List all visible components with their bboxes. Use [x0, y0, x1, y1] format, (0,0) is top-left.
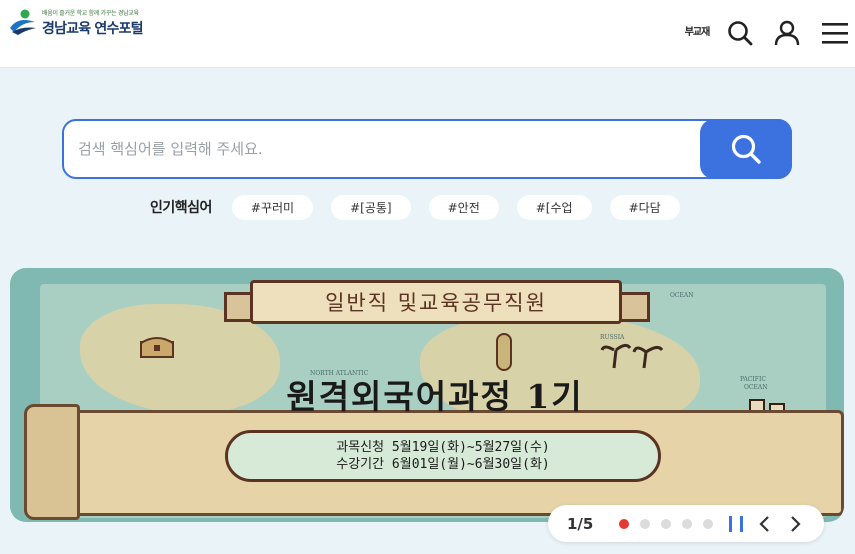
search-submit-button[interactable] [700, 119, 792, 179]
site-logo[interactable]: 배움이 즐거운 학교 함께 가꾸는 경남교육 경남교육 연수포털 [8, 6, 168, 40]
slide-dot[interactable] [640, 518, 650, 529]
header-search-button[interactable] [723, 16, 757, 50]
banner-schedule-line: 수강기간 6월01일(월)~6월30일(화) [336, 457, 550, 472]
next-slide-button[interactable] [785, 513, 807, 535]
chevron-right-icon [791, 515, 801, 532]
user-icon [774, 20, 800, 46]
bugo-icon: 부교재 [684, 27, 711, 38]
banner-ribbon: 일반직 및교육공무직원 [250, 280, 622, 324]
bugo-button[interactable]: 부교재 [680, 16, 714, 50]
map-label: OCEAN [744, 384, 768, 391]
search-box [62, 119, 792, 179]
banner-ribbon-text: 일반직 및교육공무직원 [325, 291, 547, 315]
cactus-icon [496, 333, 512, 371]
slide-dot-active[interactable] [619, 518, 629, 529]
pause-icon[interactable] [729, 515, 743, 532]
parchment-scroll-roll [24, 404, 80, 520]
menu-button[interactable] [818, 16, 852, 50]
search-icon [731, 134, 761, 164]
slide-dot[interactable] [682, 518, 692, 529]
logo-name: 경남교육 연수포털 [42, 21, 144, 37]
banner-schedule-line: 과목신청 5월19일(화)~5월27일(수) [336, 440, 550, 455]
main-banner[interactable]: NORTH ATLANTIC OCEAN PACIFIC OCEAN RUSSI… [10, 268, 844, 522]
slider-controls: 1/5 [548, 505, 824, 542]
popular-keywords-label: 인기핵심어 [150, 200, 212, 216]
banner-schedule-box: 과목신청 5월19일(화)~5월27일(수) 수강기간 6월01일(월)~6월3… [225, 430, 661, 482]
chevron-left-icon [759, 515, 769, 532]
search-icon [728, 21, 753, 46]
keyword-tag[interactable]: #[공통] [331, 194, 411, 220]
map-label: OCEAN [670, 292, 694, 299]
keyword-tag[interactable]: #다담 [609, 194, 680, 220]
logo-slogan: 배움이 즐거운 학교 함께 가꾸는 경남교육 [42, 10, 139, 17]
map-label: PACIFIC [740, 376, 766, 383]
slide-dots [619, 518, 724, 529]
search-input[interactable] [78, 121, 698, 177]
logo-mark-icon [10, 9, 36, 35]
banner-title: 원격외국어과정 1기 [286, 377, 584, 416]
popular-keywords: 인기핵심어 #꾸러미 #[공통] #안전 #[수업 #다담 [150, 194, 698, 220]
keyword-tag[interactable]: #안전 [428, 194, 499, 220]
site-header: 배움이 즐거운 학교 함께 가꾸는 경남교육 경남교육 연수포털 부교재 [0, 0, 855, 68]
hamburger-menu-icon [822, 23, 848, 44]
keyword-tag[interactable]: #꾸러미 [231, 194, 314, 220]
palm-tree-icon [600, 343, 664, 369]
slide-dot[interactable] [703, 518, 713, 529]
prev-slide-button[interactable] [753, 513, 775, 535]
user-button[interactable] [770, 16, 804, 50]
keyword-tag[interactable]: #[수업 [516, 194, 592, 220]
slide-dot[interactable] [661, 518, 671, 529]
treasure-chest-icon [140, 337, 174, 358]
slide-counter: 1/5 [567, 514, 594, 533]
